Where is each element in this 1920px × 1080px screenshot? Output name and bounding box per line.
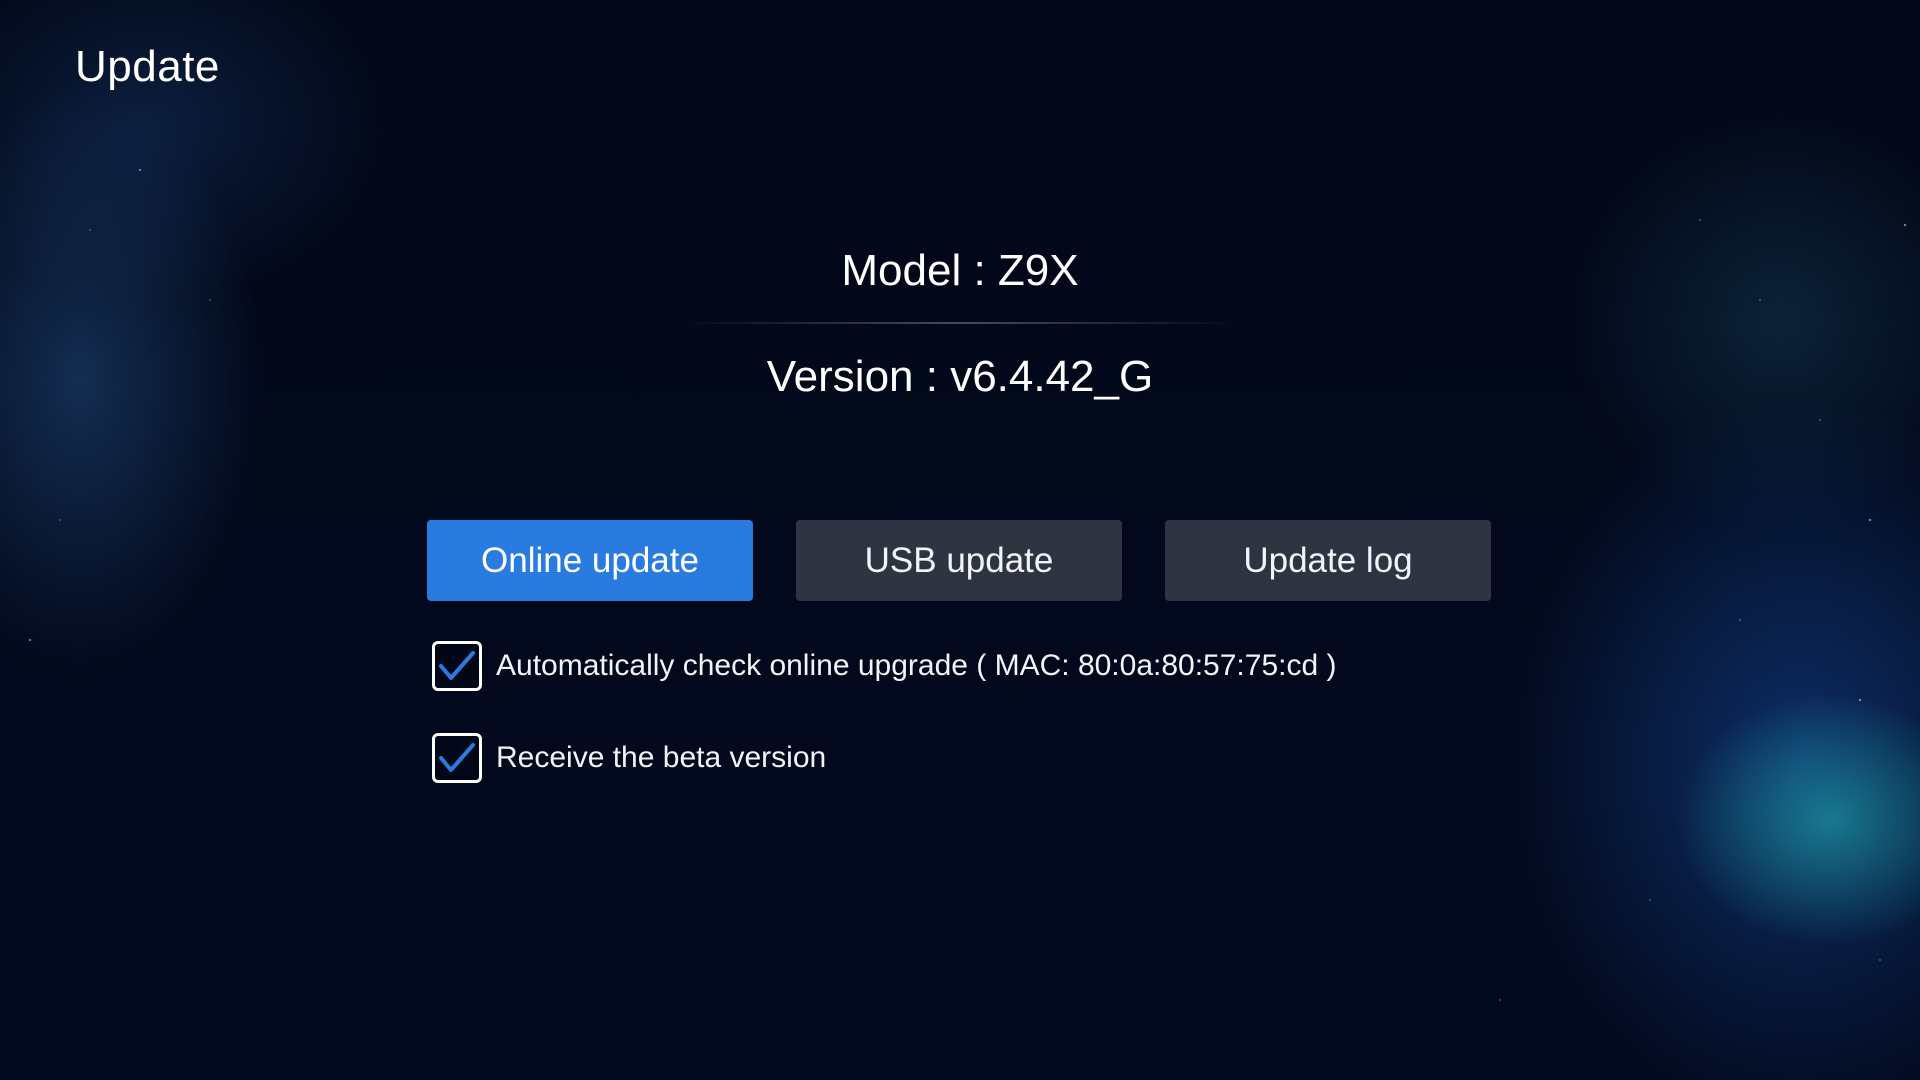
- beta-version-label: Receive the beta version: [496, 741, 827, 774]
- check-icon: [439, 743, 475, 772]
- page-title: Update: [75, 42, 220, 91]
- beta-version-option[interactable]: Receive the beta version: [432, 733, 826, 783]
- online-update-button[interactable]: Online update: [427, 520, 753, 601]
- divider: [680, 322, 1240, 324]
- model-label: Model : Z9X: [841, 246, 1079, 295]
- auto-check-checkbox[interactable]: [432, 641, 482, 691]
- version-label: Version : v6.4.42_G: [766, 352, 1154, 401]
- auto-check-option[interactable]: Automatically check online upgrade ( MAC…: [432, 641, 1336, 691]
- auto-check-label: Automatically check online upgrade ( MAC…: [496, 649, 1337, 682]
- usb-update-button[interactable]: USB update: [796, 520, 1122, 601]
- update-log-button[interactable]: Update log: [1165, 520, 1491, 601]
- beta-version-checkbox[interactable]: [432, 733, 482, 783]
- check-icon: [439, 651, 475, 680]
